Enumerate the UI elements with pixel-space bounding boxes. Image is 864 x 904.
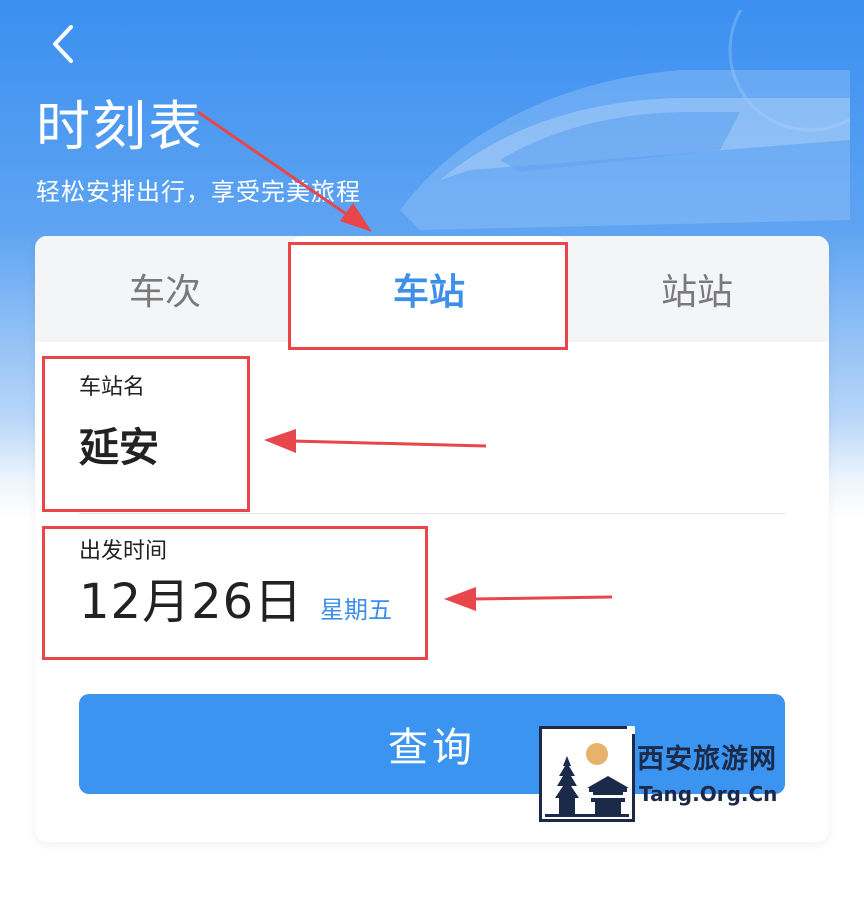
station-name-value: 延安 [79,425,159,471]
departure-date-label: 出发时间 [79,539,168,564]
chevron-left-icon [53,25,73,63]
page-subtitle: 轻松安排出行，享受完美旅程 [36,178,361,206]
departure-date-field[interactable]: 出发时间 12月26日 星期五 [79,530,779,660]
watermark-domain: Tang.Org.Cn [639,782,778,806]
tab-train-number[interactable]: 车次 [35,236,295,342]
field-divider [79,513,785,514]
site-watermark: 西安旅游网 Tang.Org.Cn [539,726,789,822]
tab-station-to-station[interactable]: 站站 [565,236,829,342]
page-title: 时刻表 [36,95,204,158]
back-button[interactable] [34,16,90,72]
timetable-page: 时刻表 轻松安排出行，享受完美旅程 车次 车站 站站 车站名 延安 出发时间 1… [0,0,864,904]
watermark-site-name: 西安旅游网 [637,744,777,775]
pagoda-logo-icon [539,726,635,822]
departure-date-value: 12月26日 [79,574,304,630]
station-name-label: 车站名 [79,375,146,400]
tab-bar: 车次 车站 站站 [35,236,829,342]
station-name-field[interactable]: 车站名 延安 [79,372,779,512]
weekday-label: 星期五 [320,596,392,624]
train-illustration [400,10,850,230]
tab-station[interactable]: 车站 [291,236,567,342]
